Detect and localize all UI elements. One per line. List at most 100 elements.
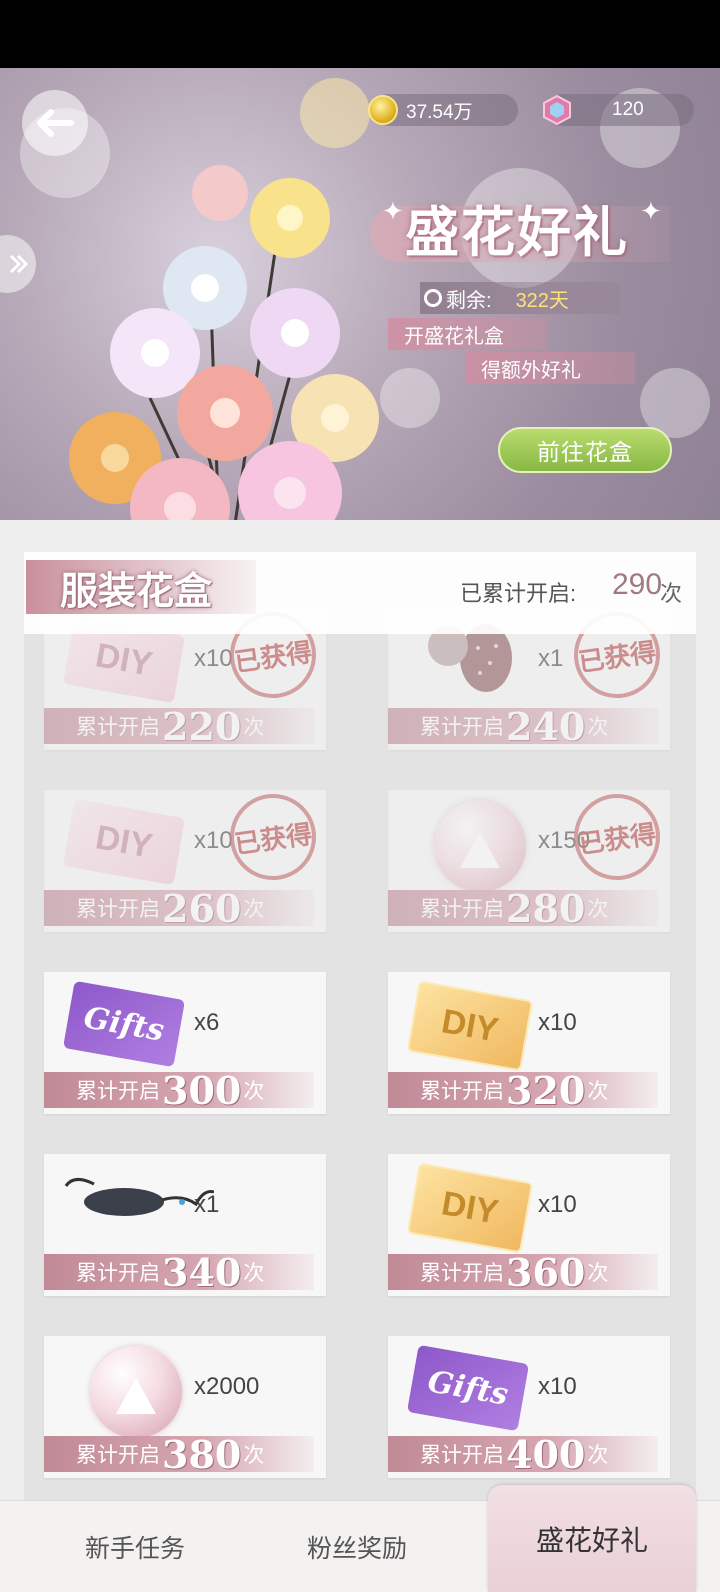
back-arrow-icon	[37, 109, 74, 137]
milestone-prefix: 累计开启	[76, 1444, 160, 1467]
clock-icon	[424, 289, 442, 307]
diy-ticket-label: DIY	[406, 980, 534, 1072]
milestone-prefix: 累计开启	[420, 1080, 504, 1103]
milestone-unit: 次	[243, 1262, 265, 1285]
reward-quantity: x10	[538, 1191, 577, 1218]
reward-quantity: x10	[538, 1373, 577, 1400]
milestone-unit: 次	[587, 1262, 609, 1285]
milestone-prefix: 累计开启	[76, 898, 160, 921]
dress-orb-icon	[408, 800, 528, 892]
milestone-strip: 累计开启 220 次	[44, 704, 314, 749]
reward-quantity: x2000	[194, 1373, 260, 1400]
milestone-strip: 累计开启 380 次	[44, 1432, 314, 1477]
obtained-stamp: 已获得	[568, 788, 666, 886]
milestone-count: 380	[162, 1431, 242, 1477]
milestone-strip: 累计开启 260 次	[44, 886, 314, 931]
milestone-count: 240	[506, 703, 586, 749]
milestone-unit: 次	[243, 898, 265, 921]
coin-icon	[368, 95, 398, 125]
status-bar	[0, 0, 720, 68]
tab-fan-rewards[interactable]: 粉丝奖励	[222, 1501, 492, 1592]
milestone-strip: 累计开启 340 次	[44, 1250, 314, 1295]
milestone-prefix: 累计开启	[420, 898, 504, 921]
remaining-value: 322天	[515, 289, 569, 312]
milestone-count: 260	[162, 885, 242, 931]
reward-card[interactable]: Gifts x10 累计开启 400 次	[388, 1336, 670, 1478]
opened-count-unit: 次	[660, 581, 683, 606]
milestone-strip: 累计开启 360 次	[388, 1250, 658, 1295]
reward-card[interactable]: x2000 累计开启 380 次	[44, 1336, 326, 1478]
milestone-prefix: 累计开启	[76, 1262, 160, 1285]
milestone-count: 300	[162, 1067, 242, 1113]
reward-quantity: x10	[194, 827, 233, 854]
open-box-tag: 开盛花礼盒	[388, 318, 548, 350]
opened-count-value: 290	[612, 568, 663, 601]
milestone-strip: 累计开启 280 次	[388, 886, 658, 931]
remaining-label: 剩余:	[446, 289, 492, 312]
diy-ticket-icon: DIY	[406, 1162, 534, 1254]
gem-balance[interactable]: 120	[543, 94, 694, 126]
go-to-flower-box-button[interactable]: 前往花盒	[498, 427, 672, 473]
milestone-prefix: 累计开启	[420, 1444, 504, 1467]
back-button[interactable]	[22, 90, 88, 156]
tab-flower-gift[interactable]: 盛花好礼	[488, 1485, 696, 1592]
milestone-count: 340	[162, 1249, 242, 1295]
gift-ticket-icon: Gifts	[62, 980, 186, 1068]
opened-count-label: 已累计开启:	[460, 581, 577, 606]
sunglasses-shape	[64, 1178, 215, 1216]
remaining-time: 剩余: 322天	[420, 282, 620, 314]
dress-shape	[116, 1378, 156, 1414]
sunglasses-icon	[64, 1164, 215, 1248]
bottom-nav: 新手任务 粉丝奖励 盛花好礼	[0, 1485, 720, 1592]
reward-quantity: x1	[194, 1191, 220, 1218]
dress-orb-icon	[64, 1346, 184, 1438]
gem-icon	[543, 95, 571, 125]
diy-ticket-label: DIY	[406, 1162, 534, 1254]
milestone-unit: 次	[587, 898, 609, 921]
milestone-strip: 累计开启 240 次	[388, 704, 658, 749]
reward-quantity: x10	[538, 1009, 577, 1036]
coin-balance[interactable]: 37.54万	[368, 94, 518, 126]
reward-card[interactable]: x150 已获得 累计开启 280 次	[388, 788, 670, 932]
milestone-count: 320	[506, 1067, 586, 1113]
milestone-unit: 次	[243, 716, 265, 739]
gift-ticket-label: Gifts	[62, 980, 186, 1068]
milestone-prefix: 累计开启	[76, 716, 160, 739]
dress-shape	[460, 832, 500, 868]
milestone-unit: 次	[243, 1080, 265, 1103]
milestone-strip: 累计开启 400 次	[388, 1432, 658, 1477]
reward-quantity: x10	[194, 645, 233, 672]
milestone-unit: 次	[243, 1444, 265, 1467]
orb-shape	[434, 800, 526, 892]
extra-gift-tag: 得额外好礼	[465, 352, 635, 384]
milestone-prefix: 累计开启	[420, 1262, 504, 1285]
milestone-prefix: 累计开启	[420, 716, 504, 739]
milestone-prefix: 累计开启	[76, 1080, 160, 1103]
sparkle-icon: ✦	[382, 196, 404, 226]
milestone-count: 280	[506, 885, 586, 931]
reward-quantity: x6	[194, 1009, 220, 1036]
gift-ticket-icon: Gifts	[406, 1344, 530, 1432]
coin-amount: 37.54万	[406, 101, 473, 123]
gift-ticket-label: Gifts	[406, 1344, 530, 1432]
event-title: 盛花好礼	[405, 200, 629, 264]
milestone-unit: 次	[587, 1444, 609, 1467]
reward-card[interactable]: Gifts x6 累计开启 300 次	[44, 972, 326, 1114]
milestone-strip: 累计开启 300 次	[44, 1068, 314, 1113]
reward-quantity: x1	[538, 645, 564, 672]
milestone-count: 400	[506, 1431, 586, 1477]
milestone-strip: 累计开启 320 次	[388, 1068, 658, 1113]
obtained-stamp: 已获得	[224, 788, 322, 886]
milestone-count: 360	[506, 1249, 586, 1295]
flower-bouquet-illustration	[69, 165, 379, 538]
reward-card[interactable]: x1 累计开启 340 次	[44, 1154, 326, 1296]
diy-ticket-label: DIY	[62, 798, 186, 886]
milestone-unit: 次	[587, 1080, 609, 1103]
milestone-count: 220	[162, 703, 242, 749]
reward-card[interactable]: DIY x10 累计开启 320 次	[388, 972, 670, 1114]
milestone-unit: 次	[587, 716, 609, 739]
reward-card[interactable]: DIY x10 累计开启 360 次	[388, 1154, 670, 1296]
double-chevron-right-icon	[9, 254, 28, 274]
reward-card[interactable]: DIY x10 已获得 累计开启 260 次	[44, 788, 326, 932]
orb-shape	[90, 1346, 182, 1438]
